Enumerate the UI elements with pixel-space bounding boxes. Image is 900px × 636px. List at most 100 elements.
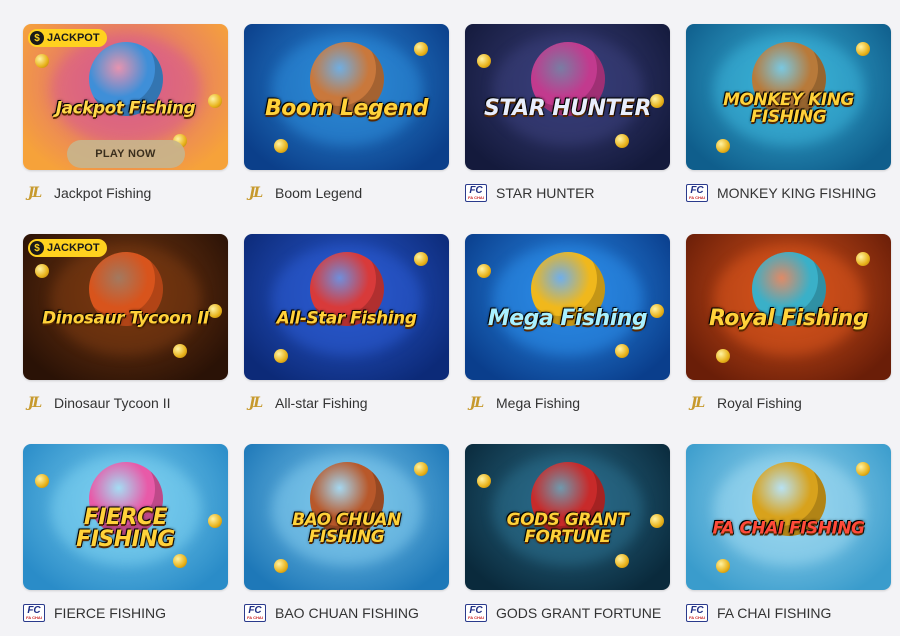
game-logo-text: FA CHAI FISHING bbox=[712, 518, 865, 539]
game-meta: FC FA CHAI FIERCE FISHING bbox=[23, 604, 228, 622]
game-meta: FC FA CHAI MONKEY KING FISHING bbox=[686, 184, 891, 202]
game-meta: JL Boom Legend bbox=[244, 185, 449, 201]
fc-provider-logo: FC FA CHAI bbox=[23, 604, 45, 622]
fc-provider-logo: FC FA CHAI bbox=[686, 184, 708, 202]
coin-decoration bbox=[414, 42, 428, 56]
game-thumbnail[interactable]: Dinosaur Tycoon II $ JACKPOT bbox=[23, 234, 228, 380]
game-title[interactable]: Jackpot Fishing bbox=[54, 185, 151, 201]
game-title[interactable]: FA CHAI FISHING bbox=[717, 605, 831, 621]
fc-logo-subtext: FA CHAI bbox=[26, 615, 42, 620]
coin-decoration bbox=[173, 344, 187, 358]
coin-decoration bbox=[716, 139, 730, 153]
game-logo-text: All-Star Fishing bbox=[276, 308, 417, 329]
game-logo-text: MONKEY KING FISHING bbox=[723, 89, 854, 127]
game-logo-text: GODS GRANT FORTUNE bbox=[506, 509, 629, 547]
game-card[interactable]: Mega Fishing JL Mega Fishing bbox=[465, 234, 670, 411]
fc-provider-logo: FC FA CHAI bbox=[465, 604, 487, 622]
game-title[interactable]: All-star Fishing bbox=[275, 395, 368, 411]
game-thumbnail[interactable]: MONKEY KING FISHING bbox=[686, 24, 891, 170]
game-thumbnail[interactable]: Jackpot Fishing $ JACKPOT PLAY NOW bbox=[23, 24, 228, 170]
fc-logo-subtext: FA CHAI bbox=[689, 615, 705, 620]
game-title[interactable]: FIERCE FISHING bbox=[54, 605, 166, 621]
game-logo-text: Royal Fishing bbox=[708, 305, 869, 331]
coin-decoration bbox=[716, 559, 730, 573]
jl-logo-text: JL bbox=[248, 185, 264, 201]
play-now-button[interactable]: PLAY NOW bbox=[66, 140, 185, 168]
jackpot-label: JACKPOT bbox=[47, 242, 100, 254]
game-card[interactable]: Boom Legend JL Boom Legend bbox=[244, 24, 449, 201]
coin-decoration bbox=[856, 462, 870, 476]
game-meta: JL Royal Fishing bbox=[686, 395, 891, 411]
game-title[interactable]: Royal Fishing bbox=[717, 395, 802, 411]
game-thumbnail[interactable]: All-Star Fishing bbox=[244, 234, 449, 380]
coin-decoration bbox=[414, 462, 428, 476]
game-logo-text: Boom Legend bbox=[264, 95, 429, 121]
game-logo-text: Mega Fishing bbox=[487, 305, 648, 331]
fc-logo-subtext: FA CHAI bbox=[468, 195, 484, 200]
game-thumbnail[interactable]: GODS GRANT FORTUNE bbox=[465, 444, 670, 590]
game-card[interactable]: MONKEY KING FISHING FC FA CHAI MONKEY KING … bbox=[686, 24, 891, 202]
jackpot-badge: $ JACKPOT bbox=[28, 239, 107, 257]
jl-provider-logo: JL bbox=[465, 395, 487, 411]
game-title[interactable]: STAR HUNTER bbox=[496, 185, 595, 201]
game-card[interactable]: Jackpot Fishing $ JACKPOT PLAY NOW JL Jackpot… bbox=[23, 24, 228, 201]
game-meta: FC FA CHAI BAO CHUAN FISHING bbox=[244, 604, 449, 622]
dollar-icon: $ bbox=[30, 31, 44, 45]
fc-logo-subtext: FA CHAI bbox=[689, 195, 705, 200]
game-thumbnail[interactable]: Boom Legend bbox=[244, 24, 449, 170]
jl-logo-text: JL bbox=[248, 395, 264, 411]
fc-logo-subtext: FA CHAI bbox=[468, 615, 484, 620]
game-title[interactable]: Boom Legend bbox=[275, 185, 362, 201]
game-meta: JL Mega Fishing bbox=[465, 395, 670, 411]
game-meta: JL All-star Fishing bbox=[244, 395, 449, 411]
jl-logo-text: JL bbox=[690, 395, 706, 411]
coin-decoration bbox=[477, 54, 491, 68]
game-thumbnail[interactable]: BAO CHUAN FISHING bbox=[244, 444, 449, 590]
game-title[interactable]: GODS GRANT FORTUNE bbox=[496, 605, 661, 621]
game-card[interactable]: GODS GRANT FORTUNE FC FA CHAI GODS GRANT FO… bbox=[465, 444, 670, 622]
jl-logo-text: JL bbox=[27, 395, 43, 411]
game-logo-text: BAO CHUAN FISHING bbox=[292, 509, 401, 547]
game-logo-text: FIERCE FISHING bbox=[76, 504, 175, 552]
coin-decoration bbox=[35, 474, 49, 488]
game-thumbnail[interactable]: FIERCE FISHING bbox=[23, 444, 228, 590]
coin-decoration bbox=[615, 134, 629, 148]
fc-provider-logo: FC FA CHAI bbox=[686, 604, 708, 622]
game-card[interactable]: FA CHAI FISHING FC FA CHAI FA CHAI FISHING bbox=[686, 444, 891, 622]
coin-decoration bbox=[274, 559, 288, 573]
jl-provider-logo: JL bbox=[686, 395, 708, 411]
game-thumbnail[interactable]: Mega Fishing bbox=[465, 234, 670, 380]
game-logo-text: Jackpot Fishing bbox=[55, 98, 196, 119]
fc-logo-subtext: FA CHAI bbox=[247, 615, 263, 620]
jl-provider-logo: JL bbox=[23, 395, 45, 411]
game-card[interactable]: Dinosaur Tycoon II $ JACKPOT JL Dinosaur Tyc… bbox=[23, 234, 228, 411]
game-meta: JL Dinosaur Tycoon II bbox=[23, 395, 228, 411]
game-title[interactable]: Dinosaur Tycoon II bbox=[54, 395, 170, 411]
game-thumbnail[interactable]: STAR HUNTER bbox=[465, 24, 670, 170]
game-meta: FC FA CHAI GODS GRANT FORTUNE bbox=[465, 604, 670, 622]
coin-decoration bbox=[414, 252, 428, 266]
jl-logo-text: JL bbox=[469, 395, 485, 411]
coin-decoration bbox=[615, 344, 629, 358]
jl-provider-logo: JL bbox=[244, 395, 266, 411]
game-card[interactable]: FIERCE FISHING FC FA CHAI FIERCE FISHING bbox=[23, 444, 228, 622]
game-card[interactable]: BAO CHUAN FISHING FC FA CHAI BAO CHUAN FISH… bbox=[244, 444, 449, 622]
game-logo-text: STAR HUNTER bbox=[484, 95, 651, 121]
coin-decoration bbox=[35, 264, 49, 278]
game-thumbnail[interactable]: FA CHAI FISHING bbox=[686, 444, 891, 590]
dollar-icon: $ bbox=[30, 241, 44, 255]
game-title[interactable]: BAO CHUAN FISHING bbox=[275, 605, 419, 621]
game-card[interactable]: Royal Fishing JL Royal Fishing bbox=[686, 234, 891, 411]
jl-logo-text: JL bbox=[27, 185, 43, 201]
coin-decoration bbox=[274, 139, 288, 153]
coin-decoration bbox=[856, 252, 870, 266]
coin-decoration bbox=[35, 54, 49, 68]
game-card[interactable]: All-Star Fishing JL All-star Fishing bbox=[244, 234, 449, 411]
fc-provider-logo: FC FA CHAI bbox=[465, 184, 487, 202]
game-title[interactable]: MONKEY KING FISHING bbox=[717, 185, 876, 201]
jl-provider-logo: JL bbox=[244, 185, 266, 201]
game-thumbnail[interactable]: Royal Fishing bbox=[686, 234, 891, 380]
jackpot-badge: $ JACKPOT bbox=[28, 29, 107, 47]
game-title[interactable]: Mega Fishing bbox=[496, 395, 580, 411]
game-card[interactable]: STAR HUNTER FC FA CHAI STAR HUNTER bbox=[465, 24, 670, 202]
